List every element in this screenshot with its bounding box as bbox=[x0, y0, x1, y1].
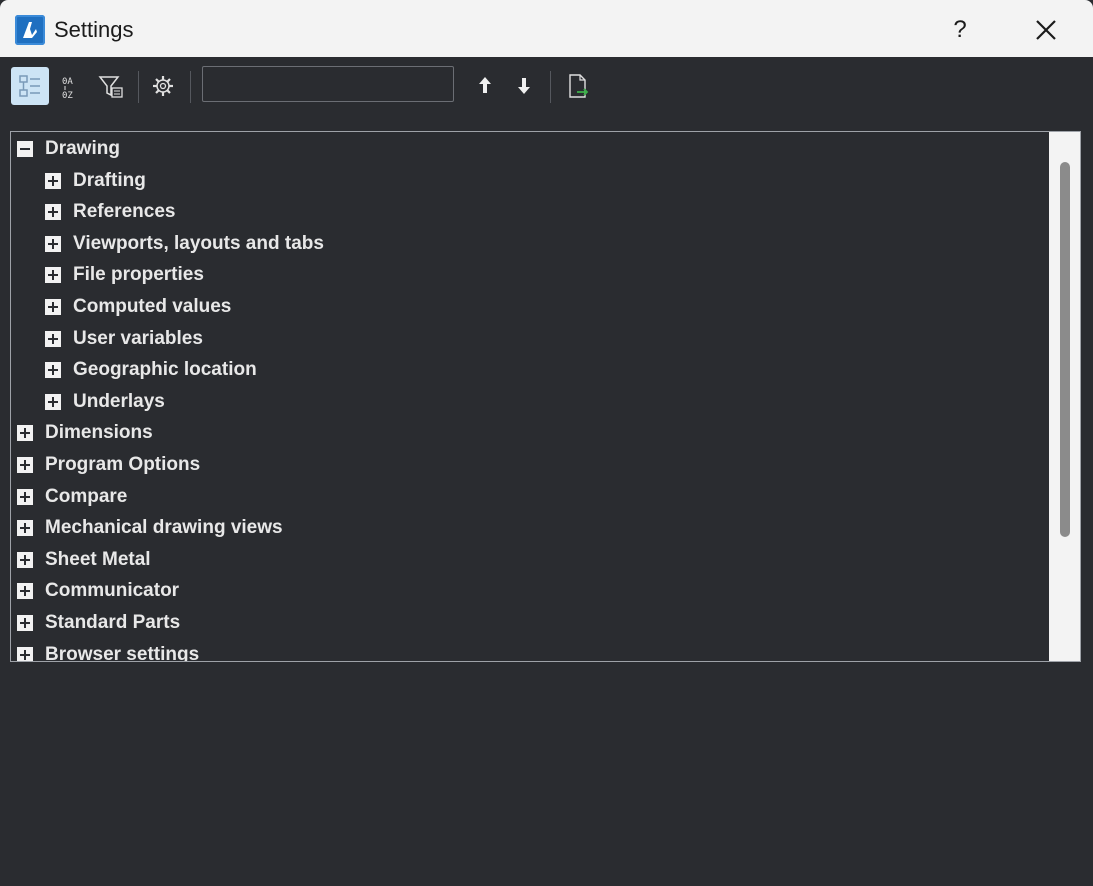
tree-item-label: Mechanical drawing views bbox=[45, 517, 283, 539]
expand-icon[interactable] bbox=[17, 488, 33, 505]
export-icon bbox=[569, 74, 589, 98]
tree-item-label: User variables bbox=[73, 327, 203, 349]
expand-icon[interactable] bbox=[45, 235, 61, 252]
tree-item-label: Standard Parts bbox=[45, 612, 181, 633]
tree-item-label: File properties bbox=[73, 264, 204, 286]
toolbar-separator bbox=[550, 71, 551, 103]
tree-item-label: Drafting bbox=[73, 169, 146, 191]
title-bar: Settings ? bbox=[0, 0, 1093, 57]
tree-item[interactable]: File properties bbox=[45, 260, 204, 290]
expand-icon[interactable] bbox=[45, 267, 61, 284]
svg-text:0A: 0A bbox=[62, 77, 73, 87]
tree-item-label: Program Options bbox=[45, 454, 201, 475]
expand-icon[interactable] bbox=[17, 615, 33, 631]
tree-item[interactable]: Computed values bbox=[45, 292, 231, 322]
tree-item-label: Browser settings bbox=[45, 643, 200, 662]
tree-item[interactable]: Compare bbox=[17, 482, 127, 512]
tree-item[interactable]: Browser settings bbox=[17, 640, 200, 662]
alphabetical-sort-icon: 0A 0Z bbox=[62, 77, 73, 101]
tree-item-label: References bbox=[73, 201, 176, 223]
gear-icon bbox=[153, 76, 173, 96]
tree-item-label: Underlays bbox=[73, 390, 165, 412]
filter-button[interactable] bbox=[92, 67, 130, 105]
tree-item[interactable]: Underlays bbox=[45, 387, 165, 417]
tree-item[interactable]: Geographic location bbox=[45, 355, 257, 385]
tree-item[interactable]: Communicator bbox=[17, 576, 179, 606]
close-icon bbox=[1036, 20, 1056, 40]
settings-dialog: Settings ? 0A 0Z Drawing Drafting Refere… bbox=[0, 0, 1093, 886]
expand-icon[interactable] bbox=[17, 457, 33, 473]
collapse-icon[interactable] bbox=[17, 141, 33, 157]
tree-item-label: Drawing bbox=[45, 138, 120, 159]
arrow-up-icon bbox=[479, 77, 491, 93]
tree-item[interactable]: Viewports, layouts and tabs bbox=[45, 229, 324, 259]
settings-button[interactable] bbox=[144, 67, 182, 105]
expand-icon[interactable] bbox=[45, 362, 61, 379]
expand-icon[interactable] bbox=[17, 425, 33, 442]
tree-item[interactable]: Dimensions bbox=[17, 418, 153, 448]
filter-icon bbox=[98, 76, 123, 98]
toolbar: 0A 0Z bbox=[0, 57, 1093, 117]
tree-item-label: Geographic location bbox=[73, 359, 257, 381]
tree-item-label: Communicator bbox=[45, 580, 180, 602]
scrollbar-thumb[interactable] bbox=[1060, 162, 1070, 537]
app-logo-icon bbox=[15, 15, 45, 45]
tree-item[interactable]: Standard Parts bbox=[17, 608, 180, 638]
expand-icon[interactable] bbox=[17, 551, 33, 568]
help-button[interactable]: ? bbox=[940, 12, 980, 48]
tree-item-label: Computed values bbox=[73, 296, 232, 317]
close-button[interactable] bbox=[1025, 12, 1067, 48]
arrow-down-icon bbox=[518, 78, 530, 94]
tree-item-label: Dimensions bbox=[45, 422, 153, 444]
alphabetical-sort-button[interactable]: 0A 0Z bbox=[52, 67, 90, 105]
tree-item-label: Sheet Metal bbox=[45, 548, 151, 570]
tree-item[interactable]: Program Options bbox=[17, 450, 200, 480]
expand-icon[interactable] bbox=[45, 330, 61, 347]
tree-item[interactable]: Sheet Metal bbox=[17, 545, 151, 575]
svg-text:0Z: 0Z bbox=[62, 91, 73, 101]
tree-item[interactable]: User variables bbox=[45, 324, 203, 354]
tree-item[interactable]: Mechanical drawing views bbox=[17, 513, 283, 543]
expand-icon[interactable] bbox=[45, 204, 61, 221]
window-title: Settings bbox=[54, 17, 134, 42]
expand-icon[interactable] bbox=[45, 172, 61, 189]
categorized-view-icon bbox=[19, 75, 40, 97]
expand-icon[interactable] bbox=[45, 393, 61, 410]
export-button[interactable] bbox=[559, 67, 597, 105]
tree-item[interactable]: Drafting bbox=[45, 166, 146, 196]
categorized-view-button[interactable] bbox=[11, 67, 49, 105]
tree-item[interactable]: References bbox=[45, 197, 175, 227]
toolbar-separator bbox=[190, 71, 191, 103]
tree-item-label: Compare bbox=[45, 485, 128, 507]
toolbar-separator bbox=[138, 71, 139, 103]
move-down-button[interactable] bbox=[505, 67, 543, 105]
expand-icon[interactable] bbox=[17, 583, 33, 600]
move-up-button[interactable] bbox=[466, 67, 504, 105]
expand-icon[interactable] bbox=[17, 646, 33, 661]
expand-icon[interactable] bbox=[45, 299, 61, 315]
tree-item-label: Viewports, layouts and tabs bbox=[73, 232, 324, 254]
expand-icon[interactable] bbox=[17, 520, 33, 537]
tree-item[interactable]: Drawing bbox=[17, 134, 120, 164]
settings-tree: Drawing Drafting References Viewports, layo… bbox=[10, 131, 1081, 662]
search-input[interactable] bbox=[202, 66, 454, 102]
vertical-scrollbar[interactable] bbox=[1049, 132, 1080, 661]
